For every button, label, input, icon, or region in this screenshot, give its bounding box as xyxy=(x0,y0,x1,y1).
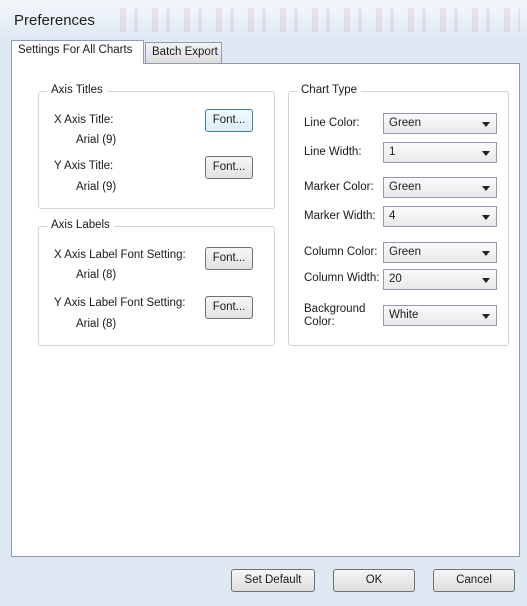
tab-panel: Axis Titles X Axis Title: Arial (9) Font… xyxy=(11,63,520,557)
x-axis-title-label: X Axis Title: xyxy=(54,114,114,126)
y-axis-label-font-value: Arial (8) xyxy=(76,318,117,330)
cancel-button[interactable]: Cancel xyxy=(433,569,515,592)
marker-width-label: Marker Width: xyxy=(304,210,376,222)
y-axis-title-label: Y Axis Title: xyxy=(54,160,114,172)
line-color-select[interactable]: Green xyxy=(383,113,497,134)
x-axis-title-font-button[interactable]: Font... xyxy=(205,109,253,132)
background-color-label-line1: Background xyxy=(304,303,366,315)
line-width-label: Line Width: xyxy=(304,146,362,158)
preferences-window: Preferences Settings For All Charts Batc… xyxy=(0,0,527,606)
column-width-select[interactable]: 20 xyxy=(383,269,497,290)
chevron-down-icon xyxy=(482,151,490,156)
ok-button[interactable]: OK xyxy=(333,569,415,592)
chevron-down-icon xyxy=(482,278,490,283)
axis-titles-group: Axis Titles X Axis Title: Arial (9) Font… xyxy=(38,84,275,209)
line-color-label: Line Color: xyxy=(304,117,360,129)
chevron-down-icon xyxy=(482,215,490,220)
axis-labels-group-title: Axis Labels xyxy=(47,219,114,231)
marker-color-value: Green xyxy=(389,181,421,193)
title-bar[interactable]: Preferences xyxy=(0,0,527,36)
marker-color-label: Marker Color: xyxy=(304,181,374,193)
background-color-value: White xyxy=(389,309,419,321)
y-axis-title-font-button[interactable]: Font... xyxy=(205,156,253,179)
column-width-label: Column Width: xyxy=(304,272,380,284)
y-axis-title-font-value: Arial (9) xyxy=(76,181,117,193)
chevron-down-icon xyxy=(482,314,490,319)
marker-width-value: 4 xyxy=(389,210,396,222)
y-axis-label-font-button[interactable]: Font... xyxy=(205,296,253,319)
y-axis-label-font-setting-label: Y Axis Label Font Setting: xyxy=(54,297,186,309)
chevron-down-icon xyxy=(482,122,490,127)
x-axis-title-font-value: Arial (9) xyxy=(76,134,117,146)
x-axis-label-font-setting-label: X Axis Label Font Setting: xyxy=(54,249,186,261)
marker-color-select[interactable]: Green xyxy=(383,177,497,198)
axis-labels-group: Axis Labels X Axis Label Font Setting: A… xyxy=(38,219,275,346)
tab-batch-export[interactable]: Batch Export xyxy=(145,42,222,64)
column-color-label: Column Color: xyxy=(304,246,378,258)
x-axis-label-font-button[interactable]: Font... xyxy=(205,247,253,270)
line-width-value: 1 xyxy=(389,146,396,158)
x-axis-label-font-value: Arial (8) xyxy=(76,269,117,281)
column-width-value: 20 xyxy=(389,273,402,285)
marker-width-select[interactable]: 4 xyxy=(383,206,497,227)
background-color-label-line2: Color: xyxy=(304,316,335,328)
chevron-down-icon xyxy=(482,186,490,191)
chevron-down-icon xyxy=(482,251,490,256)
set-default-button[interactable]: Set Default xyxy=(231,569,315,592)
title-bar-background-pattern xyxy=(120,8,520,32)
line-color-value: Green xyxy=(389,117,421,129)
tab-settings-for-all-charts[interactable]: Settings For All Charts xyxy=(11,40,144,64)
column-color-value: Green xyxy=(389,246,421,258)
line-width-select[interactable]: 1 xyxy=(383,142,497,163)
axis-titles-group-title: Axis Titles xyxy=(47,84,107,96)
window-title: Preferences xyxy=(14,12,95,29)
chart-type-group-title: Chart Type xyxy=(297,84,362,96)
column-color-select[interactable]: Green xyxy=(383,242,497,263)
background-color-select[interactable]: White xyxy=(383,305,497,326)
chart-type-group: Chart Type Line Color: Green Line Width:… xyxy=(288,84,509,346)
